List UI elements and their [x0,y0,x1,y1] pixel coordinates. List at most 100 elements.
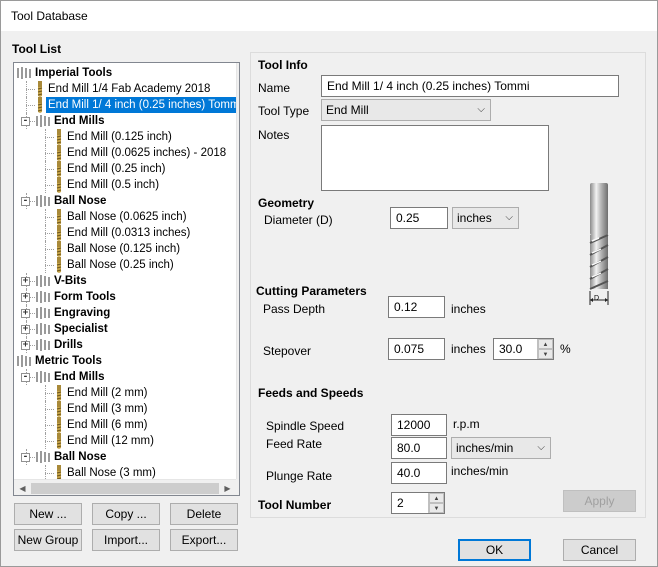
tree-group-row[interactable]: Imperial Tools [14,65,236,81]
collapse-icon[interactable]: - [21,197,30,206]
tree-tool-row[interactable]: End Mill (0.5 inch) [14,177,236,193]
scroll-down-icon[interactable]: ▼ [237,462,239,479]
chevron-down-icon: ⌵ [505,212,513,223]
end-mill-icon [37,97,43,113]
tree-connector [26,81,27,97]
scroll-corner [236,479,239,495]
copy-button[interactable]: Copy ... [92,503,160,525]
tree-group-row[interactable]: Metric Tools [14,353,236,369]
stepover-percent-spinner[interactable]: ▲ ▼ [537,339,553,359]
tree-item-label: End Mill 1/ 4 inch (0.25 inches) Tommi [48,99,240,111]
scroll-thumb[interactable] [239,80,240,462]
tree-connector [45,417,46,433]
new-button[interactable]: New ... [14,503,82,525]
diameter-input[interactable]: 0.25 [390,207,448,229]
diameter-units-select[interactable]: inches ⌵ [452,207,519,229]
tree-item-label: End Mill (3 mm) [67,403,148,415]
tree-tool-row[interactable]: Ball Nose (0.25 inch) [14,257,236,273]
collapse-icon[interactable]: - [21,373,30,382]
tool-group-icon [36,291,50,303]
expand-icon[interactable]: + [21,325,30,334]
expand-icon[interactable]: + [21,277,30,286]
tree-group-row[interactable]: - End Mills [14,113,236,129]
scroll-up-icon[interactable]: ▲ [237,63,239,80]
plunge-rate-input[interactable]: 40.0 [391,462,447,484]
spin-up-icon[interactable]: ▲ [429,493,444,503]
collapse-icon[interactable]: - [21,117,30,126]
apply-button[interactable]: Apply [563,490,636,512]
scroll-left-icon[interactable]: ◀ [14,480,31,495]
tree-group-row[interactable]: + Engraving [14,305,236,321]
scroll-right-icon[interactable]: ▶ [219,480,236,495]
pass-depth-input[interactable]: 0.12 [388,296,445,318]
title-bar[interactable]: Tool Database [1,1,657,31]
tree-connector [45,393,54,394]
tree-item-label: End Mill (2 mm) [67,387,148,399]
spindle-speed-input[interactable]: 12000 [391,414,447,436]
stepover-percent-value: 30.0 [499,342,523,356]
cancel-button[interactable]: Cancel [563,539,636,561]
tree-tool-row[interactable]: End Mill (3 mm) [14,401,236,417]
export-button[interactable]: Export... [170,529,238,551]
tree-item-label: Ball Nose (0.125 inch) [67,243,181,255]
tool-number-input[interactable]: 2 ▲ ▼ [391,492,445,514]
tree-connector [45,385,46,401]
tree-item-label: End Mills [54,371,105,383]
tree-item-label: Ball Nose (0.25 inch) [67,259,174,271]
tree-item-label: Metric Tools [35,355,102,367]
expand-icon[interactable]: + [21,341,30,350]
tool-tree[interactable]: Imperial Tools End Mill 1/4 Fab Academy 2… [13,62,240,496]
tree-tool-row[interactable]: End Mill (0.125 inch) [14,129,236,145]
ok-button[interactable]: OK [458,539,531,561]
tree-group-row[interactable]: + V-Bits [14,273,236,289]
tree-group-row[interactable]: - Ball Nose [14,449,236,465]
stepover-input[interactable]: 0.075 [388,338,445,360]
new-group-button[interactable]: New Group [14,529,82,551]
expand-icon[interactable]: + [21,309,30,318]
name-input[interactable]: End Mill 1/ 4 inch (0.25 inches) Tommi [321,75,619,97]
stepover-percent-input[interactable]: 30.0 ▲ ▼ [493,338,554,360]
diameter-units-value: inches [457,211,492,225]
tool-group-icon [36,275,50,287]
tree-tool-row[interactable]: End Mill (6 mm) [14,417,236,433]
tool-info-heading: Tool Info [258,58,308,72]
delete-button[interactable]: Delete [170,503,238,525]
tree-group-row[interactable]: - Ball Nose [14,193,236,209]
stepover-units: inches [451,342,486,356]
notes-textarea[interactable] [321,125,549,191]
tree-tool-row[interactable]: End Mill (0.25 inch) [14,161,236,177]
tree-item-label: End Mills [54,115,105,127]
end-mill-icon [56,257,62,273]
spin-down-icon[interactable]: ▼ [538,349,553,359]
tree-tool-row[interactable]: End Mill (2 mm) [14,385,236,401]
expand-icon[interactable]: + [21,293,30,302]
feed-rate-input[interactable]: 80.0 [391,437,447,459]
tree-tool-row[interactable]: Ball Nose (0.125 inch) [14,241,236,257]
tool-number-spinner[interactable]: ▲ ▼ [428,493,444,513]
tree-tool-row[interactable]: End Mill (0.0625 inches) - 2018 [14,145,236,161]
collapse-icon[interactable]: - [21,453,30,462]
tree-connector [45,137,54,138]
tree-tool-row[interactable]: End Mill 1/ 4 inch (0.25 inches) Tommi [14,97,239,113]
tree-tool-row[interactable]: End Mill (12 mm) [14,433,236,449]
tree-tool-row[interactable]: End Mill 1/4 Fab Academy 2018 [14,81,236,97]
import-button[interactable]: Import... [92,529,160,551]
tree-connector [45,433,46,449]
tree-group-row[interactable]: + Form Tools [14,289,236,305]
tree-horizontal-scrollbar[interactable]: ◀ ▶ [14,479,236,495]
tree-vertical-scrollbar[interactable]: ▲ ▼ [236,63,240,479]
feed-rate-units-select[interactable]: inches/min ⌵ [451,437,551,459]
tool-type-select[interactable]: End Mill ⌵ [321,99,491,121]
tool-group-icon [36,323,50,335]
tree-group-row[interactable]: - End Mills [14,369,236,385]
tool-group-icon [36,307,50,319]
spin-down-icon[interactable]: ▼ [429,503,444,513]
tool-group-icon [17,67,31,79]
tree-tool-row[interactable]: Ball Nose (0.0625 inch) [14,209,236,225]
tree-connector [45,233,54,234]
tree-group-row[interactable]: + Drills [14,337,236,353]
tree-tool-row[interactable]: End Mill (0.0313 inches) [14,225,236,241]
scroll-thumb-horizontal[interactable] [31,483,219,494]
spin-up-icon[interactable]: ▲ [538,339,553,349]
tree-group-row[interactable]: + Specialist [14,321,236,337]
